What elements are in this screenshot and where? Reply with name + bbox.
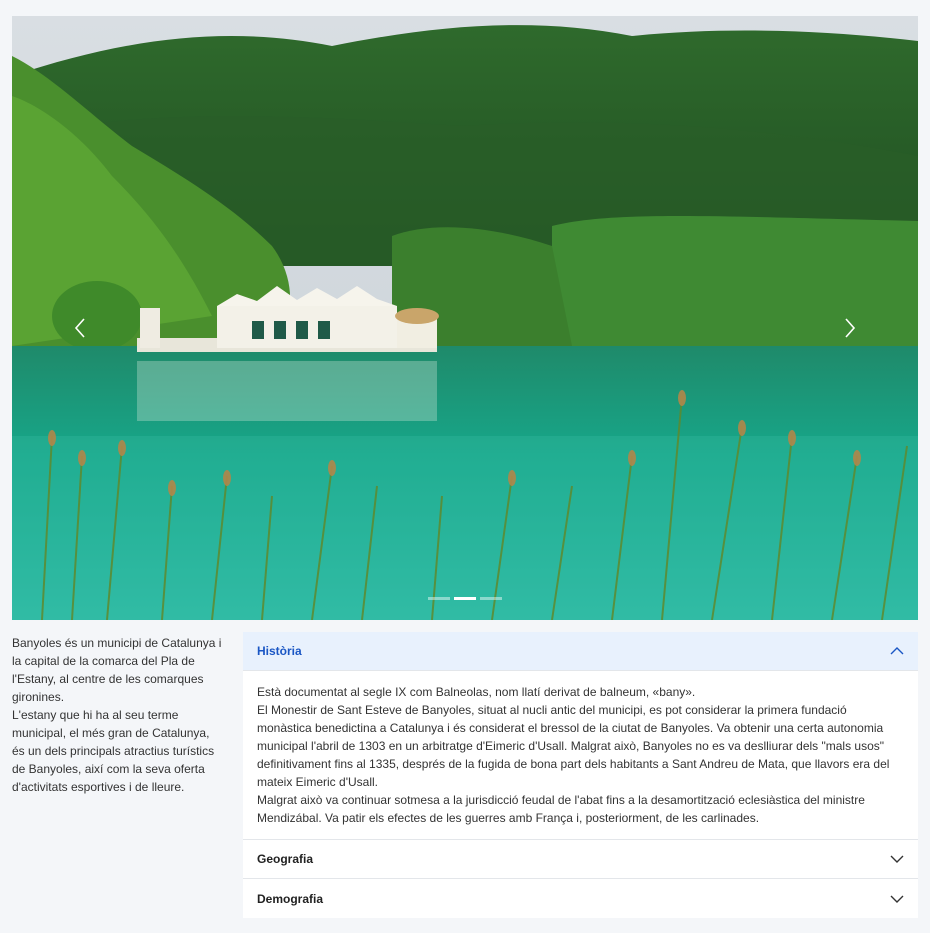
carousel-dot-1[interactable] xyxy=(428,597,450,600)
intro-text: Banyoles és un municipi de Catalunya i l… xyxy=(12,634,224,796)
chevron-down-icon xyxy=(890,895,904,903)
historia-paragraph-3: Malgrat això va continuar sotmesa a la j… xyxy=(257,793,865,825)
carousel-image xyxy=(12,16,918,620)
historia-paragraph-2: El Monestir de Sant Esteve de Banyoles, … xyxy=(257,703,890,789)
info-accordion: Història Està documentat al segle IX com… xyxy=(243,632,918,918)
image-carousel[interactable] xyxy=(12,16,918,620)
intro-paragraph-2: L'estany que hi ha al seu terme municipa… xyxy=(12,708,215,794)
accordion-item-geografia: Geografia xyxy=(243,840,918,879)
carousel-prev-button[interactable] xyxy=(66,306,94,350)
historia-paragraph-1: Està documentat al segle IX com Balneola… xyxy=(257,685,696,699)
carousel-dot-3[interactable] xyxy=(480,597,502,600)
carousel-next-button[interactable] xyxy=(836,306,864,350)
carousel-dot-2[interactable] xyxy=(454,597,476,600)
intro-paragraph-1: Banyoles és un municipi de Catalunya i l… xyxy=(12,636,222,704)
accordion-title: Història xyxy=(257,644,302,658)
accordion-item-historia: Història Està documentat al segle IX com… xyxy=(243,632,918,840)
accordion-header-demografia[interactable]: Demografia xyxy=(243,879,918,918)
accordion-title: Geografia xyxy=(257,852,314,866)
accordion-item-demografia: Demografia xyxy=(243,879,918,918)
accordion-header-historia[interactable]: Història xyxy=(243,632,918,671)
accordion-header-geografia[interactable]: Geografia xyxy=(243,840,918,879)
chevron-right-icon xyxy=(845,318,856,338)
chevron-up-icon xyxy=(890,647,904,655)
chevron-down-icon xyxy=(890,855,904,863)
chevron-left-icon xyxy=(74,318,85,338)
carousel-indicators xyxy=(12,597,918,600)
accordion-title: Demografia xyxy=(257,891,324,906)
accordion-body-historia: Està documentat al segle IX com Balneola… xyxy=(243,671,918,840)
